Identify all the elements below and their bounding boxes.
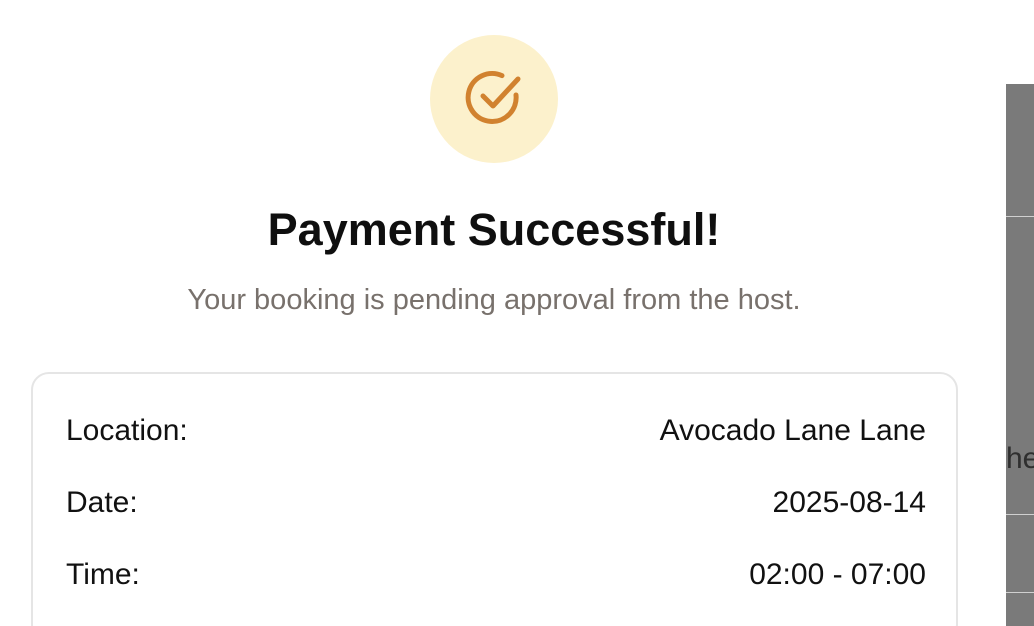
screen: he Payment Successful! Your booking is p…: [0, 0, 1034, 626]
background-overlay: [1006, 84, 1034, 626]
background-divider: [1006, 592, 1034, 593]
detail-row-time: Time: 02:00 - 07:00: [66, 555, 926, 595]
detail-value: 2025-08-14: [772, 486, 926, 519]
detail-label: Time:: [66, 558, 140, 591]
payment-success-modal: Payment Successful! Your booking is pend…: [0, 0, 1006, 626]
check-circle-icon: [465, 71, 521, 124]
detail-value: Avocado Lane Lane: [659, 414, 926, 447]
background-divider: [1006, 216, 1034, 217]
detail-row-location: Location: Avocado Lane Lane: [66, 411, 926, 451]
detail-label: Date:: [66, 486, 138, 519]
detail-label: Location:: [66, 414, 188, 447]
success-badge: [430, 35, 558, 163]
modal-title: Payment Successful!: [267, 204, 721, 255]
modal-subtitle: Your booking is pending approval from th…: [187, 284, 801, 316]
booking-details-card: Location: Avocado Lane Lane Date: 2025-0…: [31, 372, 958, 626]
background-page: he: [1006, 0, 1034, 626]
detail-row-date: Date: 2025-08-14: [66, 483, 926, 523]
detail-value: 02:00 - 07:00: [749, 558, 926, 591]
background-divider: [1006, 514, 1034, 515]
background-text-fragment: he: [1006, 442, 1034, 475]
